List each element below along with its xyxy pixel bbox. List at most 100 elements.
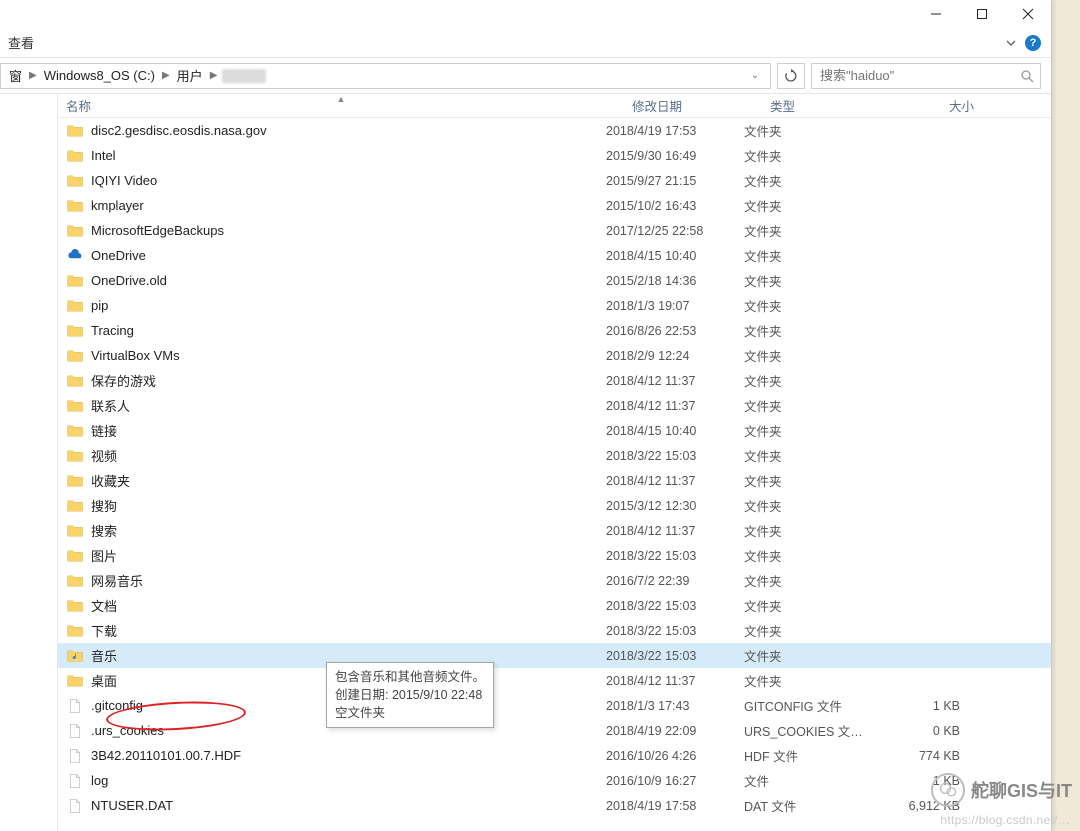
file-type: 文件夹 [744, 496, 884, 515]
table-row[interactable]: 链接2018/4/15 10:40文件夹 [58, 418, 1051, 443]
file-type: 文件夹 [744, 321, 884, 340]
file-icon [66, 747, 84, 765]
file-name: 图片 [91, 546, 117, 565]
file-name: .urs_cookies [91, 723, 164, 738]
table-row[interactable]: NTUSER.DAT2018/4/19 17:58DAT 文件6,912 KB [58, 793, 1051, 818]
file-date: 2018/3/22 15:03 [606, 624, 744, 638]
table-row[interactable]: 视频2018/3/22 15:03文件夹 [58, 443, 1051, 468]
file-name: 收藏夹 [91, 471, 130, 490]
file-type: 文件夹 [744, 671, 884, 690]
table-row[interactable]: kmplayer2015/10/2 16:43文件夹 [58, 193, 1051, 218]
table-row[interactable]: disc2.gesdisc.eosdis.nasa.gov2018/4/19 1… [58, 118, 1051, 143]
breadcrumb-users[interactable]: 用户 [175, 66, 205, 85]
table-row[interactable]: IQIYI Video2015/9/27 21:15文件夹 [58, 168, 1051, 193]
table-row[interactable]: 桌面 2018/4/12 11:37文件夹 [58, 668, 1051, 693]
file-type: HDF 文件 [744, 746, 884, 765]
table-row[interactable]: 网易音乐2016/7/2 22:39文件夹 [58, 568, 1051, 593]
file-name: 下载 [91, 621, 117, 640]
folder-icon [66, 597, 84, 615]
table-row[interactable]: VirtualBox VMs2018/2/9 12:24文件夹 [58, 343, 1051, 368]
file-name: kmplayer [91, 198, 144, 213]
table-row[interactable]: 3B42.20110101.00.7.HDF2016/10/26 4:26HDF… [58, 743, 1051, 768]
file-name: 网易音乐 [91, 571, 143, 590]
folder-icon [66, 247, 84, 265]
column-header-type[interactable]: 类型 [762, 96, 902, 115]
tooltip-line: 创建日期: 2015/9/10 22:48 [335, 686, 485, 704]
search-icon[interactable] [1020, 69, 1034, 83]
table-row[interactable]: 收藏夹2018/4/12 11:37文件夹 [58, 468, 1051, 493]
file-date: 2015/2/18 14:36 [606, 274, 744, 288]
table-row[interactable]: log2016/10/9 16:27文件1 KB [58, 768, 1051, 793]
chevron-down-icon[interactable] [1005, 37, 1017, 49]
file-name: 音乐 [91, 646, 117, 665]
folder-icon [66, 497, 84, 515]
help-icon[interactable]: ? [1025, 35, 1041, 51]
tooltip-line: 包含音乐和其他音频文件。 [335, 668, 485, 686]
file-type: DAT 文件 [744, 796, 884, 815]
column-header-size[interactable]: 大小 [902, 96, 982, 115]
file-date: 2016/10/9 16:27 [606, 774, 744, 788]
file-date: 2015/3/12 12:30 [606, 499, 744, 513]
file-date: 2015/10/2 16:43 [606, 199, 744, 213]
table-row[interactable]: 搜狗2015/3/12 12:30文件夹 [58, 493, 1051, 518]
column-header-name[interactable]: 名称 ▲ [58, 96, 624, 115]
table-row[interactable]: 文档2018/3/22 15:03文件夹 [58, 593, 1051, 618]
file-type: 文件夹 [744, 171, 884, 190]
file-name: .gitconfig [91, 698, 143, 713]
folder-icon [66, 297, 84, 315]
folder-icon [66, 672, 84, 690]
file-type: 文件夹 [744, 146, 884, 165]
file-type: 文件夹 [744, 646, 884, 665]
close-button[interactable] [1005, 0, 1051, 28]
column-header-date[interactable]: 修改日期 [624, 96, 762, 115]
table-row[interactable]: 图片2018/3/22 15:03文件夹 [58, 543, 1051, 568]
table-row[interactable]: Intel2015/9/30 16:49文件夹 [58, 143, 1051, 168]
table-row[interactable]: .urs_cookies2018/4/19 22:09URS_COOKIES 文… [58, 718, 1051, 743]
table-row[interactable]: .gitconfig2018/1/3 17:43GITCONFIG 文件1 KB [58, 693, 1051, 718]
file-name: 文档 [91, 596, 117, 615]
file-date: 2018/4/15 10:40 [606, 424, 744, 438]
table-row[interactable]: 联系人2018/4/12 11:37文件夹 [58, 393, 1051, 418]
file-name: OneDrive.old [91, 273, 167, 288]
table-row[interactable]: OneDrive2018/4/15 10:40文件夹 [58, 243, 1051, 268]
folder-icon [66, 547, 84, 565]
search-box[interactable] [811, 63, 1041, 89]
file-name: NTUSER.DAT [91, 798, 173, 813]
file-name: 3B42.20110101.00.7.HDF [91, 748, 241, 763]
file-type: 文件夹 [744, 346, 884, 365]
breadcrumb-root[interactable]: 窗 [7, 66, 24, 85]
file-date: 2018/2/9 12:24 [606, 349, 744, 363]
file-type: 文件夹 [744, 296, 884, 315]
ribbon-tab-view[interactable]: 查看 [0, 29, 42, 56]
table-row[interactable]: pip2018/1/3 19:07文件夹 [58, 293, 1051, 318]
folder-icon [66, 147, 84, 165]
file-name: OneDrive [91, 248, 146, 263]
table-row[interactable]: 保存的游戏2018/4/12 11:37文件夹 [58, 368, 1051, 393]
table-row[interactable]: 音乐2018/3/22 15:03文件夹 [58, 643, 1051, 668]
minimize-button[interactable] [913, 0, 959, 28]
address-dropdown-icon[interactable]: ⌄ [746, 70, 764, 81]
file-type: 文件夹 [744, 396, 884, 415]
file-date: 2018/4/12 11:37 [606, 674, 744, 688]
file-name: 桌面 [91, 671, 117, 690]
file-type: 文件夹 [744, 421, 884, 440]
file-icon [66, 797, 84, 815]
table-row[interactable]: MicrosoftEdgeBackups2017/12/25 22:58文件夹 [58, 218, 1051, 243]
nav-tree[interactable] [0, 94, 58, 831]
file-date: 2018/1/3 17:43 [606, 699, 744, 713]
maximize-button[interactable] [959, 0, 1005, 28]
address-bar[interactable]: 窗 ▶ Windows8_OS (C:) ▶ 用户 ▶ ⌄ [0, 63, 771, 89]
refresh-button[interactable] [777, 63, 805, 89]
table-row[interactable]: OneDrive.old2015/2/18 14:36文件夹 [58, 268, 1051, 293]
chevron-right-icon: ▶ [157, 70, 175, 81]
table-row[interactable]: 下载2018/3/22 15:03文件夹 [58, 618, 1051, 643]
search-input[interactable] [818, 67, 1020, 84]
breadcrumb-redacted[interactable] [222, 69, 266, 83]
file-date: 2018/4/12 11:37 [606, 399, 744, 413]
table-row[interactable]: Tracing2016/8/26 22:53文件夹 [58, 318, 1051, 343]
file-list: 名称 ▲ 修改日期 类型 大小 disc2.gesdisc.eosdis.nas… [58, 94, 1051, 831]
file-date: 2017/12/25 22:58 [606, 224, 744, 238]
file-type: 文件 [744, 771, 884, 790]
breadcrumb-disk[interactable]: Windows8_OS (C:) [42, 68, 157, 83]
table-row[interactable]: 搜索2018/4/12 11:37文件夹 [58, 518, 1051, 543]
